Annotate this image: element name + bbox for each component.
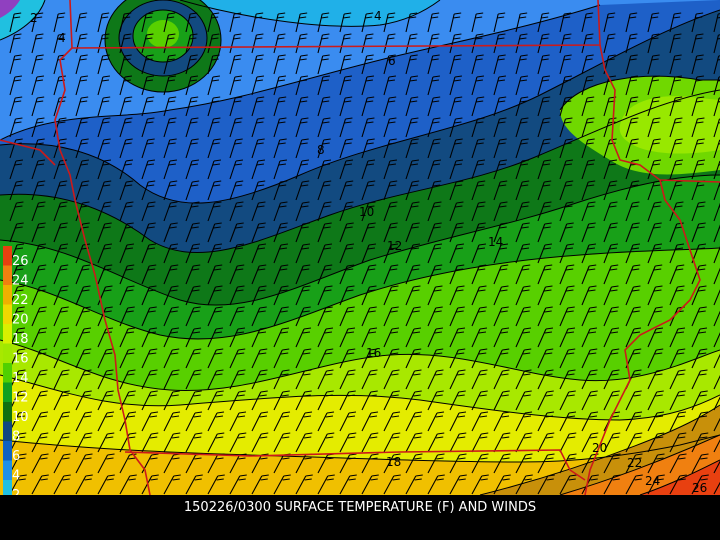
legend-swatch — [3, 304, 12, 324]
legend-swatch — [3, 343, 12, 363]
legend-label: 8 — [12, 430, 20, 445]
legend-swatch — [3, 402, 12, 422]
contour-label: 2 — [30, 11, 38, 25]
contour-label: 26 — [692, 481, 707, 495]
contour-label: 4 — [374, 9, 382, 23]
legend-label: 6 — [12, 449, 20, 464]
map-caption: 150226/0300 SURFACE TEMPERATURE (F) AND … — [183, 500, 537, 515]
legend-label: 18 — [12, 332, 29, 347]
legend-swatch — [3, 441, 12, 461]
legend-label: 10 — [12, 410, 29, 425]
legend-swatch — [3, 421, 12, 441]
legend-label: 26 — [12, 254, 29, 269]
contour-label: 24 — [645, 474, 660, 488]
legend-label: 2 — [12, 488, 20, 495]
legend-swatch — [3, 324, 12, 344]
contour-label: 14 — [488, 235, 503, 249]
legend-label: 22 — [12, 293, 29, 308]
legend-label: 24 — [12, 274, 29, 289]
legend-label: 4 — [12, 469, 20, 484]
legend-label: 14 — [12, 371, 29, 386]
legend-label: 12 — [12, 391, 29, 406]
contour-label: 18 — [386, 455, 401, 469]
legend-swatch — [3, 382, 12, 402]
legend-swatch — [3, 246, 12, 266]
temperature-map: 2 4 4 6 8 10 12 14 16 18 20 22 24 26 262… — [0, 0, 720, 495]
contour-label: 20 — [592, 441, 607, 455]
contour-label: 6 — [388, 54, 396, 68]
contour-label: 4 — [58, 31, 66, 45]
contour-label: 10 — [359, 205, 374, 219]
legend-label: 20 — [12, 313, 29, 328]
legend-swatch — [3, 285, 12, 305]
legend-swatch — [3, 363, 12, 383]
contour-label: 8 — [317, 143, 325, 157]
legend-swatch — [3, 480, 12, 495]
legend-label: 16 — [12, 352, 29, 367]
contour-label: 12 — [387, 239, 402, 253]
contour-label: 16 — [366, 346, 381, 360]
temperature-bands — [0, 0, 720, 495]
legend-swatch — [3, 460, 12, 480]
contour-label: 22 — [627, 456, 642, 470]
legend-swatch — [3, 265, 12, 285]
